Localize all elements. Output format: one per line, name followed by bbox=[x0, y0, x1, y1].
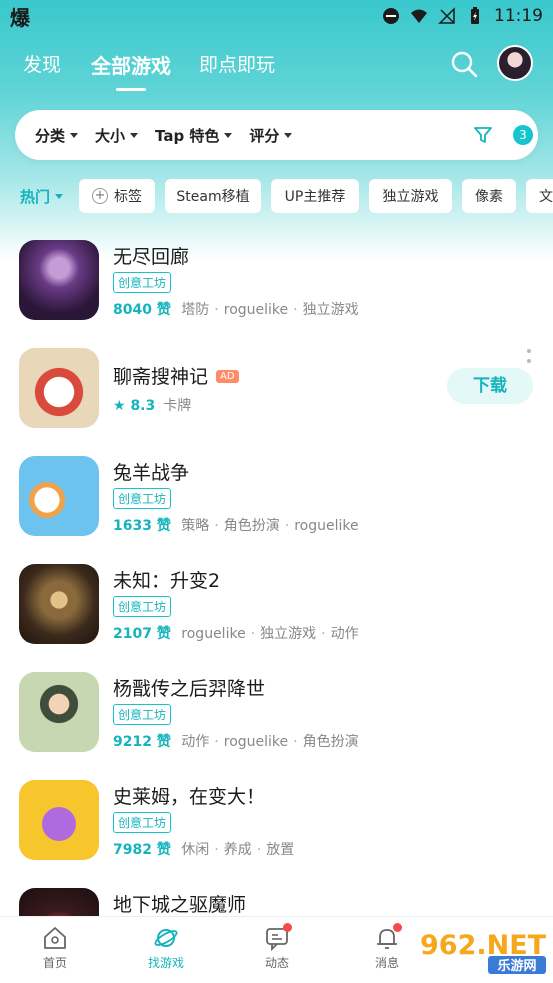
nav-feed[interactable]: 动态 bbox=[237, 923, 317, 971]
game-icon bbox=[19, 348, 99, 428]
sort-hot-dropdown[interactable]: 热门 bbox=[20, 186, 64, 207]
chevron-down-icon bbox=[284, 132, 293, 138]
svg-text:乐游网: 乐游网 bbox=[497, 958, 536, 974]
tab-instant-play[interactable]: 即点即玩 bbox=[199, 50, 275, 77]
workshop-badge: 创意工坊 bbox=[113, 704, 172, 725]
active-tab-indicator bbox=[116, 88, 146, 91]
list-item[interactable]: 未知：升变2 创意工坊 2107 赞 roguelike · 独立游戏 · 动作 bbox=[0, 562, 553, 662]
list-item[interactable]: 兔羊战争 创意工坊 1633 赞 策略 · 角色扮演 · roguelike bbox=[0, 454, 553, 554]
top-header: 发现 全部游戏 即点即玩 bbox=[0, 40, 553, 92]
chevron-down-icon bbox=[70, 132, 79, 138]
funnel-icon[interactable] bbox=[473, 125, 493, 145]
game-meta: ★ 8.3 卡牌 bbox=[113, 398, 192, 414]
site-watermark: 962.NET 乐游网 bbox=[420, 930, 547, 974]
nav-home[interactable]: 首页 bbox=[15, 925, 95, 971]
list-item[interactable]: 聊斋搜神记 AD ★ 8.3 卡牌 下载 bbox=[0, 346, 553, 446]
game-title: 兔羊战争 bbox=[113, 462, 190, 484]
filter-bar: 分类 大小 Tap 特色 评分 3 bbox=[15, 110, 538, 160]
rating: ★ 8.3 bbox=[113, 398, 156, 414]
chip-indie[interactable]: 独立游戏 bbox=[369, 179, 452, 213]
app-notification-glyph: 爆 bbox=[10, 5, 30, 30]
notification-dot bbox=[393, 923, 402, 932]
tab-all-games[interactable]: 全部游戏 bbox=[91, 50, 171, 79]
plus-icon: + bbox=[92, 188, 108, 204]
notification-dot bbox=[283, 923, 292, 932]
chevron-down-icon bbox=[224, 132, 233, 138]
do-not-disturb-icon bbox=[383, 8, 399, 24]
wifi-icon bbox=[411, 9, 427, 23]
workshop-badge: 创意工坊 bbox=[113, 488, 172, 509]
game-meta: 7982 赞 休闲 · 养成 · 放置 bbox=[113, 842, 295, 858]
list-item[interactable]: 地下城之驱魔师 bbox=[0, 886, 553, 916]
filter-count-badge: 3 bbox=[513, 125, 533, 145]
game-title: 地下城之驱魔师 bbox=[113, 894, 247, 916]
game-title: 无尽回廊 bbox=[113, 246, 190, 268]
filter-size[interactable]: 大小 bbox=[95, 125, 139, 146]
game-title: 未知：升变2 bbox=[113, 570, 221, 592]
game-icon bbox=[19, 564, 99, 644]
list-item[interactable]: 杨戬传之后羿降世 创意工坊 9212 赞 动作 · roguelike · 角色扮演 bbox=[0, 670, 553, 770]
filter-tap-feature[interactable]: Tap 特色 bbox=[155, 125, 233, 146]
status-time: 11:19 bbox=[494, 6, 543, 26]
nav-messages[interactable]: 消息 bbox=[347, 923, 427, 971]
filter-rating[interactable]: 评分 bbox=[249, 125, 293, 146]
home-icon bbox=[44, 927, 66, 949]
game-title: 杨戬传之后羿降世 bbox=[113, 678, 266, 700]
list-item[interactable]: 史莱姆，在变大！ 创意工坊 7982 赞 休闲 · 养成 · 放置 bbox=[0, 778, 553, 878]
filter-category[interactable]: 分类 bbox=[35, 125, 79, 146]
game-icon bbox=[19, 888, 99, 916]
game-meta: 8040 赞 塔防 · roguelike · 独立游戏 bbox=[113, 302, 359, 318]
chevron-down-icon bbox=[130, 132, 139, 138]
workshop-badge: 创意工坊 bbox=[113, 272, 172, 293]
download-button[interactable]: 下载 bbox=[447, 368, 533, 404]
more-options-icon[interactable] bbox=[524, 346, 534, 368]
workshop-badge: 创意工坊 bbox=[113, 812, 172, 833]
signal-off-icon bbox=[438, 7, 455, 24]
chevron-down-icon bbox=[55, 194, 64, 199]
status-bar: 爆 11:19 bbox=[0, 0, 553, 32]
chip-more[interactable]: 文 bbox=[526, 179, 553, 213]
game-icon bbox=[19, 456, 99, 536]
chip-pixel[interactable]: 像素 bbox=[462, 179, 516, 213]
list-item[interactable]: 无尽回廊 创意工坊 8040 赞 塔防 · roguelike · 独立游戏 bbox=[0, 238, 553, 338]
battery-charging-icon bbox=[471, 7, 479, 24]
tab-discover[interactable]: 发现 bbox=[23, 50, 61, 77]
game-title: 史莱姆，在变大！ bbox=[113, 786, 266, 808]
search-icon[interactable] bbox=[450, 50, 478, 78]
game-title: 聊斋搜神记 AD bbox=[113, 362, 239, 389]
user-avatar[interactable] bbox=[497, 45, 533, 81]
workshop-badge: 创意工坊 bbox=[113, 596, 172, 617]
ad-badge: AD bbox=[216, 370, 239, 383]
nav-find-games[interactable]: 找游戏 bbox=[126, 925, 206, 971]
chip-up-recommend[interactable]: UP主推荐 bbox=[271, 179, 359, 213]
game-icon bbox=[19, 780, 99, 860]
planet-icon bbox=[154, 929, 178, 947]
game-meta: 9212 赞 动作 · roguelike · 角色扮演 bbox=[113, 734, 359, 750]
game-meta: 2107 赞 roguelike · 独立游戏 · 动作 bbox=[113, 626, 359, 642]
tag-chip-row: 热门 + 标签 Steam移植 UP主推荐 独立游戏 像素 文 bbox=[0, 179, 553, 215]
game-icon bbox=[19, 240, 99, 320]
game-meta: 1633 赞 策略 · 角色扮演 · roguelike bbox=[113, 518, 359, 534]
chip-steam-port[interactable]: Steam移植 bbox=[165, 179, 261, 213]
chip-tags[interactable]: + 标签 bbox=[79, 179, 155, 213]
game-icon bbox=[19, 672, 99, 752]
